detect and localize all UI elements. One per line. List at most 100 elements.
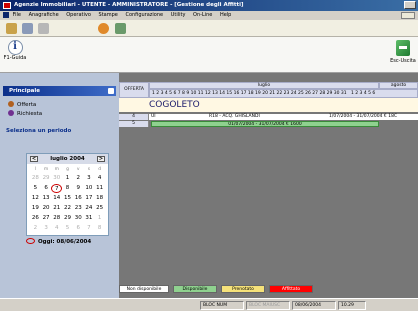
status-time: 10.29 — [338, 301, 366, 310]
calendar-day[interactable]: 1 — [62, 174, 73, 183]
today-button[interactable]: Oggi: 08/06/2004 — [26, 238, 91, 247]
calendar-grid: l m m g v s d 28 29 30 1 2 3 4 5 6 7 8 9 10 11 12 13 14 15 16 17 18… — [27, 164, 108, 235]
calendar-day[interactable]: 4 — [94, 174, 105, 183]
calendar: < luglio 2004 > l m m g v s d 28 29 30 1 2 3 4 5 6 7 8 9 10… — [26, 153, 109, 236]
calendar-day[interactable]: 23 — [73, 204, 84, 213]
sidebar-item-offerta[interactable]: Offerta — [8, 101, 36, 108]
calendar-day[interactable]: 19 — [30, 204, 41, 213]
system-menu-icon[interactable] — [3, 11, 9, 18]
calendar-day[interactable]: 5 — [30, 184, 41, 193]
panel-header-principale[interactable]: Principale — [3, 86, 116, 96]
calendar-day[interactable]: 9 — [73, 184, 84, 193]
calendar-day[interactable]: 14 — [51, 194, 62, 203]
calendar-day[interactable]: 20 — [41, 204, 52, 213]
calendar-day[interactable]: 28 — [30, 174, 41, 183]
legend-non-disponibile: Non disponibile — [119, 285, 169, 293]
calendar-dow: g — [66, 167, 69, 172]
sidebar: Principale Offerta Richiesta Seleziona u… — [0, 73, 119, 298]
calendar-day[interactable]: 29 — [62, 214, 73, 223]
calendar-day[interactable]: 5 — [62, 224, 73, 233]
menu-stampe[interactable]: Stampe — [99, 12, 118, 18]
calendar-day[interactable]: 10 — [84, 184, 95, 193]
calendar-day[interactable]: 16 — [73, 194, 84, 203]
exit-button[interactable]: Esc-Uscita — [388, 40, 418, 64]
calendar-day[interactable]: 26 — [30, 214, 41, 223]
calendar-day[interactable]: 8 — [94, 224, 105, 233]
next-days-labels: 1 2 3 4 5 6 — [350, 91, 376, 96]
today-icon — [26, 238, 35, 244]
info-icon: i — [7, 40, 23, 55]
menu-online[interactable]: On-Line — [193, 12, 212, 18]
mdi-window-controls[interactable] — [401, 12, 415, 19]
document-icon[interactable] — [38, 23, 49, 34]
calendar-dow: s — [87, 167, 91, 172]
calendar-dow: l — [34, 167, 36, 172]
calendar-day[interactable]: 29 — [41, 174, 52, 183]
menu-configurazione[interactable]: Configurazione — [125, 12, 163, 18]
calendar-day[interactable]: 21 — [51, 204, 62, 213]
sidebar-item-richiesta[interactable]: Richiesta — [8, 110, 42, 117]
exit-label: Esc-Uscita — [390, 58, 416, 64]
calendar-day[interactable]: 7 — [84, 224, 95, 233]
calendar-day[interactable]: 25 — [94, 204, 105, 213]
row-period: 1/07/2004 - 31/07/2004 € 18C — [329, 114, 398, 119]
collapse-icon[interactable] — [108, 88, 114, 94]
key-icon[interactable] — [22, 23, 33, 34]
availability-bar[interactable]: 01/07/2004 - 31/07/2004 € 1600 — [151, 121, 379, 127]
calendar-day[interactable]: 30 — [73, 214, 84, 223]
calendar-day[interactable]: 3 — [41, 224, 52, 233]
calendar-day[interactable]: 27 — [41, 214, 52, 223]
calendar-day[interactable]: 31 — [84, 214, 95, 223]
calendar-day[interactable]: 1 — [94, 214, 105, 223]
period-title: Seleziona un periodo — [6, 128, 72, 134]
calendar-day[interactable]: 17 — [84, 194, 95, 203]
calendar-day[interactable]: 11 — [94, 184, 105, 193]
offer-column-header: OFFERTA — [119, 82, 149, 98]
calendar-day[interactable]: 7 — [51, 184, 63, 193]
menu-help[interactable]: Help — [220, 12, 231, 18]
row-cells: UI R18 - ACQ. GHISLANDI 1/07/2004 - 31/0… — [149, 114, 418, 120]
gear-icon[interactable] — [115, 23, 126, 34]
row-description: R18 - ACQ. GHISLANDI — [209, 114, 260, 119]
calendar-day[interactable]: 6 — [73, 224, 84, 233]
person-icon — [8, 110, 14, 116]
guide-button[interactable]: i F1-Guida — [2, 40, 28, 61]
calendar-prev-button[interactable]: < — [30, 156, 38, 162]
calendar-day[interactable]: 4 — [51, 224, 62, 233]
calendar-day[interactable]: 28 — [51, 214, 62, 223]
sidebar-item-label: Richiesta — [17, 111, 43, 117]
users-icon[interactable] — [6, 23, 17, 34]
menu-file[interactable]: File — [13, 12, 21, 18]
menu-utility[interactable]: Utility — [171, 12, 186, 18]
calendar-day[interactable]: 18 — [94, 194, 105, 203]
calendar-day[interactable]: 15 — [62, 194, 73, 203]
location-header: COGOLETO — [119, 98, 418, 112]
app-icon — [3, 2, 11, 9]
calendar-day[interactable]: 2 — [30, 224, 41, 233]
row-number: 5 — [119, 121, 149, 127]
calendar-day[interactable]: 8 — [62, 184, 73, 193]
window-controls[interactable] — [404, 1, 416, 9]
calendar-day[interactable]: 3 — [84, 174, 95, 183]
calendar-day[interactable]: 22 — [62, 204, 73, 213]
table-row[interactable]: 4 UI R18 - ACQ. GHISLANDI 1/07/2004 - 31… — [119, 114, 418, 120]
calendar-day[interactable]: 24 — [84, 204, 95, 213]
calendar-day[interactable]: 12 — [30, 194, 41, 203]
action-toolbar: i F1-Guida Esc-Uscita — [0, 37, 418, 73]
calendar-next-button[interactable]: > — [97, 156, 105, 162]
calendar-dow: d — [98, 167, 102, 172]
table-row[interactable]: 5 01/07/2004 - 31/07/2004 € 1600 — [119, 121, 418, 127]
sidebar-item-label: Offerta — [17, 102, 37, 108]
clock-icon[interactable] — [98, 23, 109, 34]
calendar-day[interactable]: 2 — [73, 174, 84, 183]
row-number: 4 — [119, 114, 149, 120]
menu-operativo[interactable]: Operativo — [66, 12, 91, 18]
calendar-dow: m — [54, 167, 59, 172]
status-date: 08/06/2004 — [292, 301, 336, 310]
menu-anagrafiche[interactable]: Anagrafiche — [29, 12, 59, 18]
calendar-day[interactable]: 6 — [41, 184, 52, 193]
calendar-day[interactable]: 30 — [51, 174, 62, 183]
row-code: UI — [151, 114, 156, 119]
calendar-dow: m — [43, 167, 49, 172]
calendar-day[interactable]: 13 — [41, 194, 52, 203]
